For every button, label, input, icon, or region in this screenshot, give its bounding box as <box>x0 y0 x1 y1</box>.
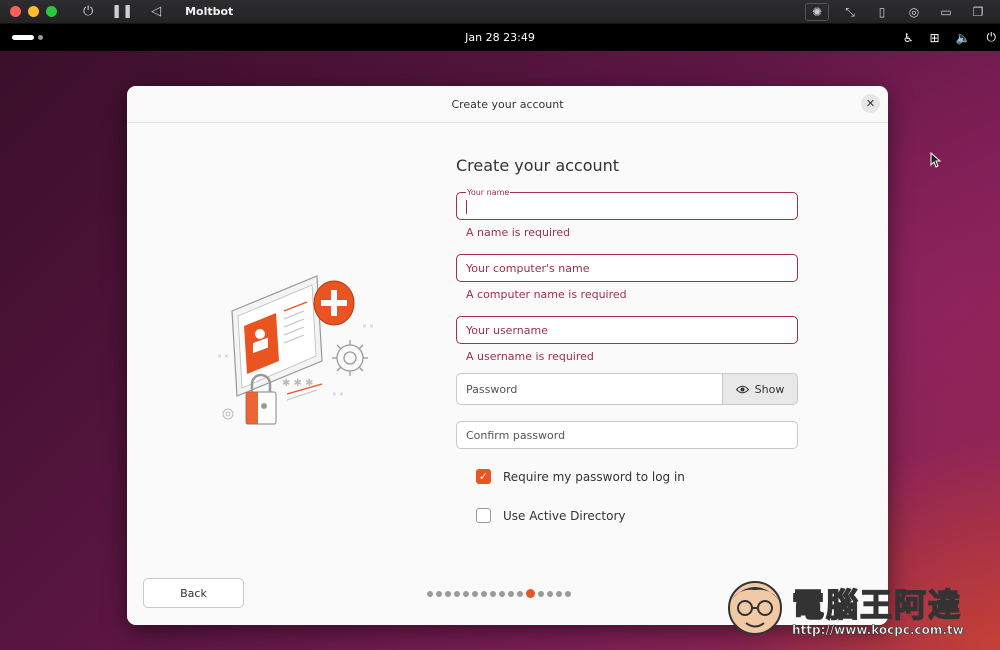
name-error: A name is required <box>466 226 571 239</box>
windows-icon[interactable]: ❐ <box>962 5 994 19</box>
svg-text:× ×: × × <box>362 323 374 330</box>
close-icon: ✕ <box>865 97 876 110</box>
accessibility-icon[interactable]: ♿ <box>903 31 914 45</box>
resize-arrows-icon[interactable]: ⤡ <box>834 5 866 20</box>
password-placeholder: Password <box>466 383 518 396</box>
progress-dot <box>556 590 562 597</box>
progress-dot-current <box>526 589 535 598</box>
account-form: Create your account Your name A name is … <box>456 156 798 523</box>
password-row: Password Show <box>456 373 798 405</box>
host-app-title: Moltbot <box>185 5 234 18</box>
show-password-button[interactable]: Show <box>722 373 798 405</box>
back-button[interactable]: Back <box>143 578 244 608</box>
progress-dot <box>454 590 460 597</box>
progress-dot <box>427 590 433 597</box>
system-tray[interactable]: ♿ ⊞ 🔈 ⏻ <box>903 24 996 51</box>
your-name-input[interactable]: Your name <box>456 188 798 220</box>
username-placeholder: Your username <box>466 324 548 337</box>
username-error: A username is required <box>466 350 594 363</box>
close-window-button[interactable] <box>10 6 21 17</box>
confirm-password-input[interactable]: Confirm password <box>456 421 798 449</box>
close-dialog-button[interactable]: ✕ <box>861 94 880 113</box>
mouse-cursor-icon <box>930 151 942 172</box>
progress-dots <box>427 589 571 598</box>
zoom-window-button[interactable] <box>46 6 57 17</box>
progress-dot <box>565 590 571 597</box>
progress-dot <box>481 590 487 597</box>
spinner-icon[interactable]: ✺ <box>805 3 829 21</box>
active-directory-label: Use Active Directory <box>503 508 626 523</box>
computer-name-placeholder: Your computer's name <box>466 262 590 275</box>
progress-dot <box>508 590 514 597</box>
volume-icon[interactable]: 🔈 <box>956 31 971 45</box>
mouse-icon[interactable]: ▯ <box>866 5 898 19</box>
password-input[interactable]: Password <box>456 373 723 405</box>
svg-text:× ×: × × <box>332 391 344 398</box>
progress-dot <box>472 590 478 597</box>
svg-text:× ×: × × <box>217 353 229 360</box>
eye-icon <box>735 385 749 393</box>
pause-icon[interactable]: ❚❚ <box>111 4 133 19</box>
require-password-label: Require my password to log in <box>503 469 685 484</box>
form-heading: Create your account <box>456 156 620 175</box>
progress-dot <box>490 590 496 597</box>
traffic-lights <box>10 6 57 17</box>
power-icon[interactable]: ⏻ <box>83 4 93 19</box>
disc-icon[interactable]: ◎ <box>898 5 930 19</box>
folder-icon[interactable]: ▭ <box>930 5 962 19</box>
computer-name-error: A computer name is required <box>466 288 627 301</box>
progress-dot <box>436 590 442 597</box>
dialog-header: Create your account ✕ <box>127 86 888 123</box>
network-icon[interactable]: ⊞ <box>929 31 939 45</box>
create-account-dialog: Create your account ✕ ✱ ✱ ✱ × × × × × × … <box>127 86 888 625</box>
progress-dot <box>538 590 544 597</box>
progress-dot <box>499 590 505 597</box>
require-password-checkbox[interactable]: ✓ <box>476 469 491 484</box>
require-password-option[interactable]: ✓ Require my password to log in <box>476 469 798 484</box>
account-security-illustration: ✱ ✱ ✱ × × × × × × <box>217 275 374 425</box>
watermark: 電腦王阿達 http://www.kocpc.com.tw <box>722 568 992 646</box>
power-menu-icon[interactable]: ⏻ <box>987 30 997 45</box>
clock[interactable]: Jan 28 23:49 <box>0 31 1000 44</box>
show-label: Show <box>754 382 785 396</box>
host-window-bar: ⏻ ❚❚ ◁ Moltbot ✺ ⤡ ▯ ◎ ▭ ❐ <box>0 0 1000 24</box>
computer-name-input[interactable]: Your computer's name <box>456 254 798 282</box>
minimize-window-button[interactable] <box>28 6 39 17</box>
active-directory-option[interactable]: Use Active Directory <box>476 508 798 523</box>
active-directory-checkbox[interactable] <box>476 508 491 523</box>
your-name-label: Your name <box>466 188 511 197</box>
dialog-title: Create your account <box>451 97 564 111</box>
confirm-password-placeholder: Confirm password <box>466 429 566 442</box>
watermark-text: 電腦王阿達 <box>791 585 963 625</box>
mascot-logo-icon <box>728 581 782 635</box>
progress-dot <box>463 590 469 597</box>
text-caret <box>466 200 467 214</box>
watermark-url: http://www.kocpc.com.tw <box>792 623 964 638</box>
gnome-top-bar: Jan 28 23:49 ♿ ⊞ 🔈 ⏻ <box>0 24 1000 51</box>
progress-dot <box>547 590 553 597</box>
progress-dot <box>517 590 523 597</box>
username-input[interactable]: Your username <box>456 316 798 344</box>
progress-dot <box>445 590 451 597</box>
back-triangle-icon[interactable]: ◁ <box>151 4 161 19</box>
